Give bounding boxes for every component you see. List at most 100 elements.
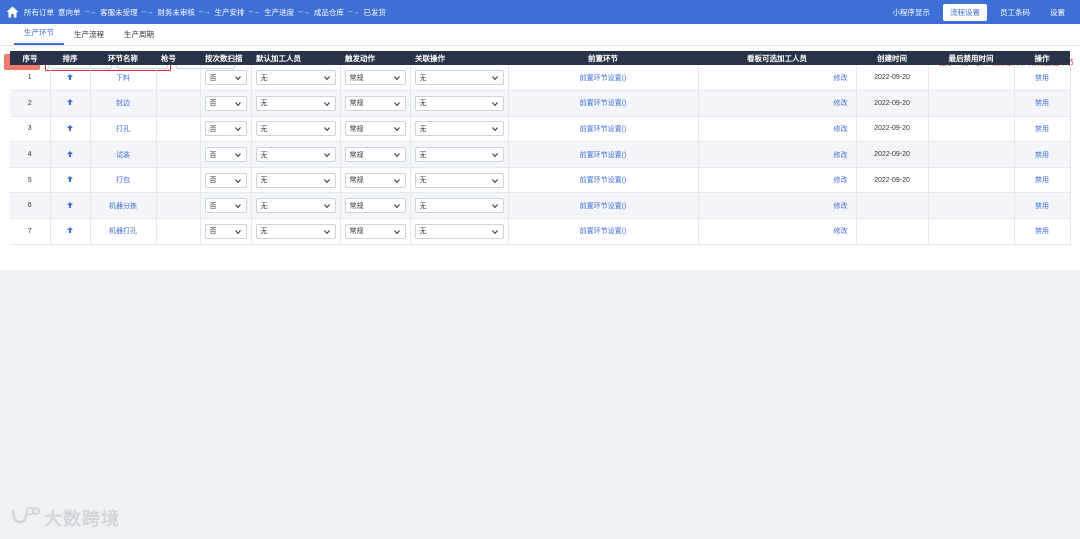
board-worker-edit-link[interactable]: 修改 xyxy=(698,116,857,143)
tab-production-cycle[interactable]: 生产周期 xyxy=(114,29,164,45)
related-select[interactable]: 无 xyxy=(414,198,504,214)
trigger-select[interactable]: 常规 xyxy=(344,198,406,214)
home-icon[interactable] xyxy=(6,5,20,19)
sort-up-icon[interactable] xyxy=(66,175,74,183)
default-worker-select[interactable]: 无 xyxy=(255,172,336,188)
pre-stage-link[interactable]: 前置环节设置() xyxy=(508,116,699,143)
sort-up-icon[interactable] xyxy=(66,226,74,234)
disable-link[interactable]: 禁用 xyxy=(1014,192,1071,220)
watermark-icon xyxy=(10,506,40,531)
sort-up-icon[interactable] xyxy=(66,150,74,158)
board-worker-edit-link[interactable]: 修改 xyxy=(698,218,857,245)
crumb-cs-pending[interactable]: 客服未受理 xyxy=(100,7,138,18)
board-worker-edit-link[interactable]: 修改 xyxy=(698,167,857,194)
board-worker-edit-link[interactable]: 修改 xyxy=(698,141,857,168)
scan-count-select[interactable]: 否 xyxy=(204,223,247,239)
settings-button[interactable]: 设置 xyxy=(1043,4,1072,21)
col-header-related: 关联操作 xyxy=(410,51,508,65)
pre-stage-link[interactable]: 前置环节设置() xyxy=(508,141,699,168)
watermark-text: 大数跨境 xyxy=(44,509,120,529)
related-select[interactable]: 无 xyxy=(414,147,504,163)
pre-stage-link[interactable]: 前置环节设置() xyxy=(508,218,699,245)
crumb-production-plan[interactable]: 生产安排 xyxy=(215,7,245,18)
scan-count-select[interactable]: 否 xyxy=(204,95,247,111)
scan-count-value: 否 xyxy=(209,125,217,133)
col-header-scan-count: 按次数扫描 xyxy=(200,51,251,65)
cell-stage-name[interactable]: 试装 xyxy=(90,141,157,168)
cell-related: 无 xyxy=(410,65,509,92)
pre-stage-link[interactable]: 前置环节设置() xyxy=(508,65,699,92)
chevron-down-icon xyxy=(234,204,241,209)
scan-count-select[interactable]: 否 xyxy=(204,147,247,163)
default-worker-select[interactable]: 无 xyxy=(255,147,336,163)
cell-stage-name[interactable]: 打包 xyxy=(90,167,157,194)
related-value: 无 xyxy=(419,151,427,159)
default-worker-select[interactable]: 无 xyxy=(255,95,336,111)
trigger-select[interactable]: 常规 xyxy=(344,70,406,86)
staff-barcode-button[interactable]: 员工条码 xyxy=(993,4,1037,21)
chevron-down-icon xyxy=(491,76,498,81)
disable-link[interactable]: 禁用 xyxy=(1014,90,1071,117)
chevron-down-icon xyxy=(491,230,498,235)
scan-count-select[interactable]: 否 xyxy=(204,198,247,214)
crumb-production-progress[interactable]: 生产进度 xyxy=(264,7,294,18)
disable-link[interactable]: 禁用 xyxy=(1014,116,1071,143)
cell-gun xyxy=(156,141,201,168)
related-select[interactable]: 无 xyxy=(414,70,504,86)
sort-up-icon[interactable] xyxy=(66,73,74,81)
cell-last-disabled xyxy=(928,167,1015,194)
top-right-menu: 小程序显示 流程设置 员工条码 设置 xyxy=(886,0,1073,24)
pre-stage-link[interactable]: 前置环节设置() xyxy=(508,167,699,194)
default-worker-select[interactable]: 无 xyxy=(255,198,336,214)
scan-count-select[interactable]: 否 xyxy=(204,121,247,137)
trigger-value: 常规 xyxy=(349,177,364,185)
default-worker-select[interactable]: 无 xyxy=(255,121,336,137)
related-select[interactable]: 无 xyxy=(414,95,504,111)
tab-production-flow[interactable]: 生产流程 xyxy=(64,29,114,45)
scan-count-select[interactable]: 否 xyxy=(204,172,247,188)
trigger-select[interactable]: 常规 xyxy=(344,172,406,188)
default-worker-select[interactable]: 无 xyxy=(255,223,336,239)
cell-stage-name[interactable]: 机器分拣 xyxy=(90,192,157,220)
cell-stage-name[interactable]: 下料 xyxy=(90,65,157,92)
disable-link[interactable]: 禁用 xyxy=(1014,65,1071,92)
chevron-down-icon xyxy=(234,230,241,235)
pre-stage-link[interactable]: 前置环节设置() xyxy=(508,192,699,220)
pre-stage-link[interactable]: 前置环节设置() xyxy=(508,90,699,117)
related-select[interactable]: 无 xyxy=(414,172,504,188)
miniapp-display-button[interactable]: 小程序显示 xyxy=(886,4,938,21)
default-worker-select[interactable]: 无 xyxy=(255,70,336,86)
crumb-warehouse[interactable]: 成品仓库 xyxy=(314,7,344,18)
table-header-row: 序号 排序 环节名称 枪号 按次数扫描 默认加工人员 触发动作 关联操作 前置环… xyxy=(10,51,1070,65)
crumb-intent[interactable]: 意向单 xyxy=(58,7,81,18)
sort-up-icon[interactable] xyxy=(66,201,74,209)
crumb-shipped[interactable]: 已发货 xyxy=(364,7,387,18)
crumb-all-orders[interactable]: 所有订单 xyxy=(24,7,54,18)
disable-link[interactable]: 禁用 xyxy=(1014,167,1071,194)
scan-count-select[interactable]: 否 xyxy=(204,70,247,86)
cell-no: 2 xyxy=(10,90,51,117)
default-worker-value: 无 xyxy=(260,177,268,185)
trigger-select[interactable]: 常规 xyxy=(344,121,406,137)
sort-up-icon[interactable] xyxy=(66,124,74,132)
crumb-finance-pending[interactable]: 财务未审核 xyxy=(157,7,195,18)
trigger-select[interactable]: 常规 xyxy=(344,223,406,239)
cell-gun xyxy=(156,192,201,220)
trigger-select[interactable]: 常规 xyxy=(344,95,406,111)
cell-default-worker: 无 xyxy=(251,90,341,117)
cell-stage-name[interactable]: 封边 xyxy=(90,90,157,117)
cell-default-worker: 无 xyxy=(251,167,341,194)
cell-stage-name[interactable]: 打孔 xyxy=(90,116,157,143)
sort-up-icon[interactable] xyxy=(66,98,74,106)
related-select[interactable]: 无 xyxy=(414,223,504,239)
tab-production-stage[interactable]: 生产环节 xyxy=(14,27,64,45)
flow-settings-button[interactable]: 流程设置 xyxy=(943,3,987,21)
cell-stage-name[interactable]: 机器打孔 xyxy=(90,218,157,245)
related-select[interactable]: 无 xyxy=(414,121,504,137)
board-worker-edit-link[interactable]: 修改 xyxy=(698,65,857,92)
board-worker-edit-link[interactable]: 修改 xyxy=(698,192,857,220)
trigger-select[interactable]: 常规 xyxy=(344,147,406,163)
disable-link[interactable]: 禁用 xyxy=(1014,218,1071,245)
board-worker-edit-link[interactable]: 修改 xyxy=(698,90,857,117)
disable-link[interactable]: 禁用 xyxy=(1014,141,1071,168)
